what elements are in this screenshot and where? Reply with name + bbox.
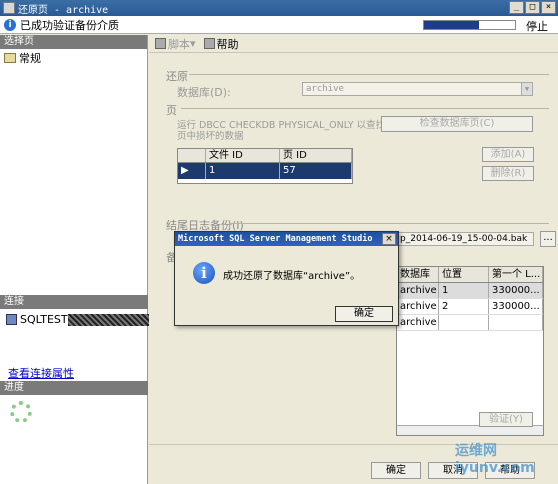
backup-grid: 数据库 位置 第一个 L... archive 1 330000... arch… (396, 266, 544, 436)
cell: 330000... (489, 283, 543, 298)
divider (181, 108, 549, 109)
table-row[interactable]: archive 2 330000... (397, 299, 543, 315)
connection-item: SQLTEST (6, 313, 154, 326)
cell: archive (397, 315, 439, 330)
page-group-label: 页 (166, 104, 177, 117)
watermark-logo: 运维网 iyunv.com (455, 440, 555, 480)
cell: archive (397, 283, 439, 298)
col-database: 数据库 (397, 267, 439, 282)
row-pointer-icon: ▶ (178, 163, 206, 179)
grid-header: 数据库 位置 第一个 L... (397, 267, 543, 283)
view-connection-properties-link[interactable]: 查看连接属性 (8, 365, 74, 381)
redacted-block (67, 313, 154, 326)
database-label: 数据库(D): (177, 86, 231, 99)
check-pages-button[interactable]: 检查数据库页(C) (381, 116, 533, 132)
cell (439, 315, 489, 330)
cell-file-id[interactable]: 1 (206, 163, 280, 179)
browse-button[interactable]: ... (540, 231, 556, 247)
help-button[interactable]: 帮助 (203, 36, 239, 52)
information-icon: i (193, 262, 215, 284)
maximize-button[interactable]: □ (525, 1, 540, 14)
remove-button[interactable]: 删除(R) (482, 166, 534, 181)
cell-page-id[interactable]: 57 (280, 163, 352, 179)
chevron-down-icon: ▼ (521, 83, 532, 95)
page-item-general[interactable]: 常规 (0, 49, 147, 67)
progress-header: 进度 (0, 381, 148, 395)
cell (489, 315, 543, 330)
dialog-close-icon[interactable]: × (382, 233, 396, 245)
close-button[interactable]: × (541, 1, 556, 14)
script-label: 脚本 (168, 37, 190, 51)
status-text: 已成功验证备份介质 (20, 18, 119, 32)
grid-corner (178, 149, 206, 162)
dialog-title: Microsoft SQL Server Management Studio (175, 232, 398, 246)
database-value: archive (306, 84, 344, 94)
col-file-id: 文件 ID (206, 149, 280, 162)
dialog-message: 成功还原了数据库“archive”。 (223, 271, 361, 282)
table-row[interactable]: archive 1 330000... (397, 283, 543, 299)
status-bar: i 已成功验证备份介质 停止 (0, 16, 558, 34)
info-icon: i (4, 18, 16, 31)
verify-button[interactable]: 验证(Y) (479, 412, 533, 427)
col-page-id: 页 ID (280, 149, 352, 162)
cell: 2 (439, 299, 489, 314)
divider (189, 74, 549, 75)
dialog-ok-button[interactable]: 确定 (335, 306, 393, 322)
progress-fill (424, 21, 479, 29)
left-pane: 选择页 常规 连接 SQLTEST 查看连接属性 进度 (0, 35, 154, 484)
window-title: 还原页 - archive (18, 4, 109, 16)
connection-header: 连接 (0, 295, 148, 309)
progress-spinner-icon (10, 401, 32, 423)
app-icon (3, 2, 15, 14)
divider (229, 223, 549, 224)
table-row[interactable]: archive (397, 315, 543, 331)
page-desc-2: 页中损坏的数据 (177, 131, 244, 142)
stop-button[interactable]: 停止 (526, 18, 548, 34)
tail-log-path[interactable]: p_2014-06-19_15-00-04.bak (397, 232, 534, 246)
help-label: 帮助 (216, 37, 239, 51)
cell: archive (397, 299, 439, 314)
progress-bar (423, 20, 516, 30)
watermark-text: 运维网 iyunv.com (455, 443, 535, 476)
server-name: SQLTEST (20, 313, 68, 326)
cell: 1 (439, 283, 489, 298)
page-icon (4, 53, 16, 63)
select-page-header: 选择页 (0, 35, 147, 49)
script-icon (155, 38, 166, 49)
pages-grid: 文件 ID 页 ID ▶ 1 57 (177, 148, 353, 184)
col-position: 位置 (439, 267, 489, 282)
window-titlebar: 还原页 - archive _ □ × (0, 0, 558, 16)
add-button[interactable]: 添加(A) (482, 147, 534, 162)
grid-header: 文件 ID 页 ID (178, 149, 352, 163)
table-row[interactable]: ▶ 1 57 (178, 163, 352, 179)
ok-button[interactable]: 确定 (371, 462, 421, 479)
col-first-lsn: 第一个 L... (489, 267, 543, 282)
help-icon (203, 38, 215, 49)
message-dialog: Microsoft SQL Server Management Studio ×… (174, 231, 399, 326)
restore-group-label: 还原 (166, 70, 188, 83)
page-item-label: 常规 (19, 52, 41, 65)
database-combo[interactable]: archive ▼ (302, 82, 533, 96)
minimize-button[interactable]: _ (509, 1, 524, 14)
server-icon (6, 314, 17, 325)
script-button[interactable]: 脚本 ▾ (155, 36, 196, 52)
cell: 330000... (489, 299, 543, 314)
toolbar: 脚本 ▾ 帮助 (149, 35, 558, 53)
